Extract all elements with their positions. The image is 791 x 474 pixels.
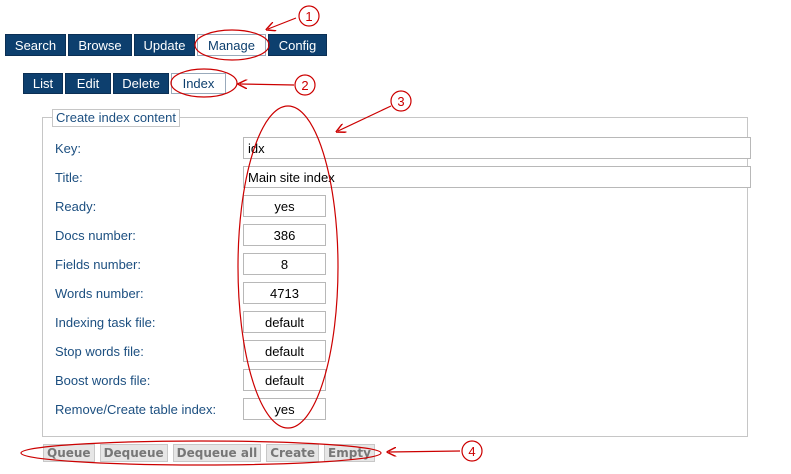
- callout-marker-2: [294, 74, 316, 96]
- subtab-index[interactable]: Index: [171, 73, 226, 94]
- boost-words-file-value: default: [243, 369, 326, 391]
- main-tabs: Search Browse Update Manage Config: [5, 34, 329, 56]
- callout-marker-1: [298, 5, 320, 27]
- words-number-value: 4713: [243, 282, 326, 304]
- title-label: Title:: [55, 169, 83, 185]
- queue-button[interactable]: Queue: [43, 444, 95, 462]
- field-row-docs-number: Docs number:: [55, 224, 136, 246]
- tab-search[interactable]: Search: [5, 34, 66, 56]
- create-button[interactable]: Create: [266, 444, 320, 462]
- subtab-delete[interactable]: Delete: [113, 73, 169, 94]
- dequeue-all-button[interactable]: Dequeue all: [172, 444, 262, 462]
- field-row-key: Key:: [55, 137, 81, 159]
- subtab-list[interactable]: List: [23, 73, 63, 94]
- indexing-task-file-label: Indexing task file:: [55, 314, 156, 330]
- tab-manage[interactable]: Manage: [197, 34, 266, 56]
- callout-marker-3: [390, 90, 412, 112]
- field-row-ready: Ready:: [55, 195, 96, 217]
- key-input[interactable]: idx: [243, 137, 751, 159]
- indexing-task-file-value: default: [243, 311, 326, 333]
- tab-update[interactable]: Update: [134, 34, 195, 56]
- field-row-fields-number: Fields number:: [55, 253, 141, 275]
- empty-button[interactable]: Empty: [324, 444, 375, 462]
- ready-label: Ready:: [55, 198, 97, 214]
- field-row-remove-create-table-index: Remove/Create table index:: [55, 398, 216, 420]
- docs-number-value: 386: [243, 224, 326, 246]
- tab-config[interactable]: Config: [268, 34, 327, 56]
- callout-number-3: 3: [397, 94, 404, 109]
- docs-number-label: Docs number:: [55, 227, 136, 243]
- callout-marker-4: [461, 440, 483, 462]
- subtab-edit[interactable]: Edit: [65, 73, 111, 94]
- callout-arrow-2: [240, 84, 295, 85]
- callout-number-1: 1: [305, 9, 312, 24]
- field-row-stop-words-file: Stop words file:: [55, 340, 144, 362]
- field-row-indexing-task-file: Indexing task file:: [55, 311, 155, 333]
- words-number-label: Words number:: [55, 285, 144, 301]
- dequeue-button[interactable]: Dequeue: [99, 444, 168, 462]
- callout-arrow-4: [389, 451, 461, 452]
- tab-browse[interactable]: Browse: [68, 34, 132, 56]
- remove-create-table-index-label: Remove/Create table index:: [55, 401, 217, 417]
- ready-value: yes: [243, 195, 326, 217]
- field-row-words-number: Words number:: [55, 282, 144, 304]
- fields-number-value: 8: [243, 253, 326, 275]
- field-row-boost-words-file: Boost words file:: [55, 369, 150, 391]
- fieldset-legend: Create index content: [52, 109, 180, 127]
- key-label: Key:: [55, 140, 82, 156]
- action-button-bar: Queue Dequeue Dequeue all Create Empty: [43, 444, 380, 462]
- title-input[interactable]: Main site index: [243, 166, 751, 188]
- field-row-title: Title:: [55, 166, 83, 188]
- stop-words-file-label: Stop words file:: [55, 343, 144, 359]
- manage-subtabs: List Edit Delete Index: [23, 73, 228, 94]
- remove-create-table-index-value: yes: [243, 398, 326, 420]
- stop-words-file-value: default: [243, 340, 326, 362]
- boost-words-file-label: Boost words file:: [55, 372, 151, 388]
- callout-number-4: 4: [468, 444, 475, 459]
- callout-arrow-1: [268, 17, 297, 29]
- fields-number-label: Fields number:: [55, 256, 141, 272]
- callout-number-2: 2: [301, 78, 308, 93]
